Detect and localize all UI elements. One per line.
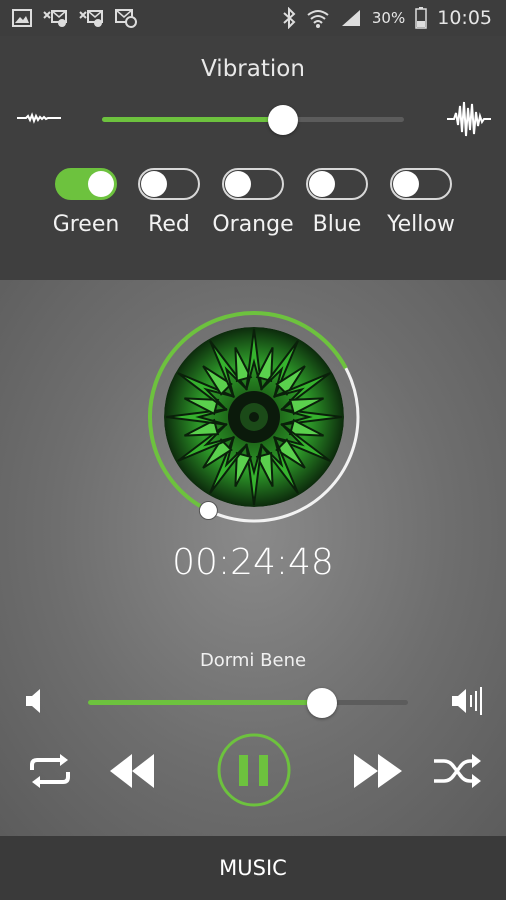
tab-music-label: MUSIC <box>219 856 287 880</box>
email-error-icon <box>43 10 67 27</box>
system-indicators: 30% 10:05 <box>282 7 506 29</box>
battery-icon <box>415 7 427 29</box>
fast-forward-icon <box>354 754 402 788</box>
progress-ring[interactable] <box>145 308 363 526</box>
rewind-button[interactable] <box>108 752 156 790</box>
color-toggle-orange[interactable]: Orange <box>211 168 295 237</box>
player-area: 00:24:48 Dormi Bene <box>0 280 506 836</box>
clock: 10:05 <box>437 7 492 29</box>
wifi-icon <box>307 10 329 28</box>
volume-slider-fill <box>88 700 322 705</box>
color-toggle-yellow[interactable]: Yellow <box>379 168 463 237</box>
toggle-switch[interactable] <box>55 168 117 200</box>
toggle-label: Blue <box>312 212 362 237</box>
toggle-knob <box>225 171 251 197</box>
repeat-button[interactable] <box>24 754 76 788</box>
fast-forward-button[interactable] <box>352 752 404 790</box>
tab-music[interactable]: MUSIC <box>0 836 506 900</box>
bluetooth-icon <box>283 7 296 29</box>
shuffle-button[interactable] <box>432 752 482 790</box>
pause-button[interactable] <box>216 732 292 808</box>
vibration-title: Vibration <box>201 56 305 82</box>
strong-vibration-icon <box>447 101 491 137</box>
volume-low-icon[interactable] <box>24 686 48 716</box>
rewind-icon <box>110 754 154 788</box>
toggle-switch[interactable] <box>222 168 284 200</box>
toggle-label: Yellow <box>387 212 455 237</box>
weak-vibration-icon <box>17 112 61 124</box>
color-toggle-row: Green Red Orange Blue Yellow <box>0 168 506 248</box>
vibration-slider[interactable] <box>102 105 404 135</box>
volume-slider-thumb[interactable] <box>306 688 337 718</box>
toggle-switch[interactable] <box>138 168 200 200</box>
color-toggle-blue[interactable]: Blue <box>295 168 379 237</box>
signal-icon <box>341 10 360 26</box>
vibration-slider-thumb[interactable] <box>268 105 299 135</box>
toggle-knob <box>141 171 167 197</box>
toggle-knob <box>393 171 419 197</box>
mail-sync-icon <box>115 9 137 28</box>
notification-icons <box>0 8 138 28</box>
toggle-knob <box>309 171 335 197</box>
color-toggle-green[interactable]: Green <box>44 168 128 237</box>
toggle-label: Green <box>52 212 120 237</box>
status-bar: 30% 10:05 <box>0 0 506 36</box>
volume-high-icon[interactable] <box>450 684 484 718</box>
toggle-knob <box>88 171 114 197</box>
track-title: Dormi Bene <box>199 650 307 671</box>
album-art <box>164 327 344 507</box>
battery-percent: 30% <box>371 9 406 27</box>
pause-icon <box>217 733 291 807</box>
gallery-icon <box>12 9 32 27</box>
vibration-panel: Vibration Green Red Orange Blue Yellow <box>0 36 506 280</box>
email-error-icon-2 <box>79 10 103 27</box>
toggle-label: Red <box>148 212 190 237</box>
album-art-with-progress-ring <box>145 308 363 526</box>
toggle-label: Orange <box>212 212 294 237</box>
toggle-switch[interactable] <box>306 168 368 200</box>
playback-controls <box>0 730 506 810</box>
vibration-slider-fill <box>102 117 284 122</box>
volume-slider[interactable] <box>88 688 408 718</box>
elapsed-time: 00:24:48 <box>172 542 334 583</box>
progress-ring-knob[interactable] <box>198 500 218 520</box>
repeat-icon <box>30 754 70 788</box>
shuffle-icon <box>434 754 481 788</box>
color-toggle-red[interactable]: Red <box>127 168 211 237</box>
toggle-switch[interactable] <box>390 168 452 200</box>
